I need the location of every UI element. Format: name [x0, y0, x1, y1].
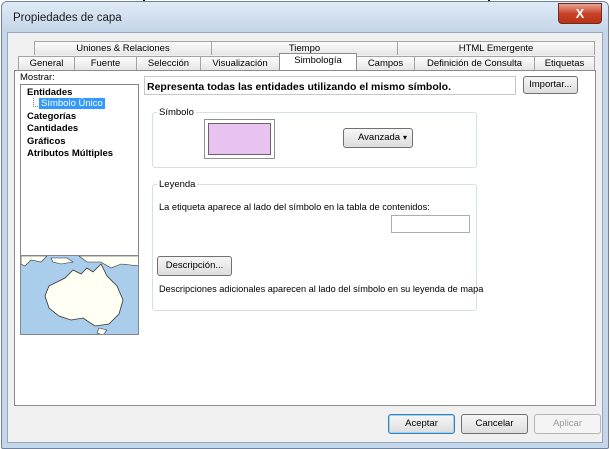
tab-label: Visualización: [212, 58, 268, 69]
tab-seleccion[interactable]: Selección: [136, 56, 201, 70]
cancel-button[interactable]: Cancelar: [461, 414, 528, 434]
tree-item-simbolo-unico[interactable]: Símbolo Único: [39, 98, 105, 109]
cancel-label: Cancelar: [475, 418, 514, 429]
tab-visualizacion[interactable]: Visualización: [200, 56, 280, 70]
close-button[interactable]: X: [558, 3, 602, 24]
tab-label: General: [29, 58, 64, 69]
tree-item-categorias[interactable]: Categorías: [27, 111, 76, 122]
toc-label: La etiqueta aparece al lado del símbolo …: [159, 202, 430, 212]
import-label: Importar...: [529, 79, 572, 90]
tab-label: Fuente: [90, 58, 121, 69]
window-title: Propiedades de capa: [13, 12, 122, 24]
tab-label: Selección: [147, 58, 190, 69]
close-icon: X: [575, 6, 585, 21]
symbol-group-label: Símbolo: [157, 107, 196, 118]
tab-definicion-consulta[interactable]: Definición de Consulta: [414, 56, 535, 70]
import-button[interactable]: Importar...: [523, 76, 578, 94]
tree-item-cantidades[interactable]: Cantidades: [27, 123, 78, 134]
renderer-heading: Representa todas las entidades utilizand…: [147, 81, 451, 93]
description-help-text: Descripciones adicionales aparecen al la…: [159, 284, 484, 294]
tab-campos[interactable]: Campos: [356, 56, 415, 70]
symbol-group: [152, 112, 477, 168]
advanced-label: Avanzada: [358, 132, 401, 143]
renderer-tree[interactable]: [20, 84, 139, 256]
tab-label: Etiquetas: [544, 58, 585, 69]
symbol-preview[interactable]: [204, 119, 275, 159]
description-button[interactable]: Descripción...: [157, 256, 232, 276]
map-preview: [20, 255, 139, 335]
description-label: Descripción...: [165, 260, 224, 271]
tab-uniones-relaciones[interactable]: Uniones & Relaciones: [34, 41, 212, 55]
tree-item-graficos[interactable]: Gráficos: [27, 136, 66, 147]
accept-label: Aceptar: [405, 418, 438, 429]
tab-general[interactable]: General: [18, 56, 75, 70]
tab-simbologia[interactable]: Simbología: [279, 53, 357, 70]
tab-html-emergente[interactable]: HTML Emergente: [397, 41, 595, 55]
tab-label: Simbología: [294, 55, 342, 66]
tab-label: HTML Emergente: [458, 43, 534, 54]
tab-label: Definición de Consulta: [426, 58, 523, 69]
legend-group-label: Leyenda: [157, 179, 198, 190]
toc-label-input[interactable]: [391, 215, 470, 233]
apply-label: Aplicar: [552, 418, 583, 429]
advanced-button[interactable]: Avanzada ▾: [343, 128, 413, 148]
tree-item-entidades[interactable]: Entidades: [27, 87, 72, 98]
symbol-swatch: [208, 123, 271, 155]
tab-label: Campos: [367, 58, 404, 69]
chevron-down-icon: ▾: [402, 133, 407, 142]
tab-label: Uniones & Relaciones: [76, 43, 170, 54]
apply-button[interactable]: Aplicar: [534, 414, 601, 434]
australia-map-icon: [21, 256, 138, 334]
show-label: Mostrar:: [20, 72, 55, 83]
tree-item-atributos-multiples[interactable]: Atributos Múltiples: [27, 148, 113, 159]
tab-fuente[interactable]: Fuente: [74, 56, 137, 70]
accept-button[interactable]: Aceptar: [388, 414, 455, 434]
title-bar: Propiedades de capa X: [2, 2, 608, 32]
tab-etiquetas[interactable]: Etiquetas: [534, 56, 595, 70]
